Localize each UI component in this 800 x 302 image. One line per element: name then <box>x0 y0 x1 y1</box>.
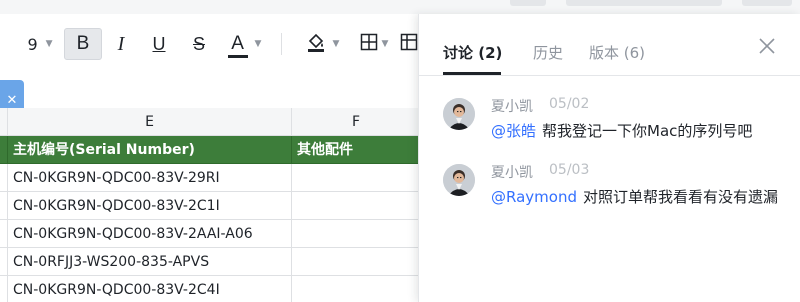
close-panel-button[interactable] <box>757 36 777 56</box>
font-color-button[interactable]: A ▼ <box>220 28 268 60</box>
panel-tabs: 讨论 (2) 历史 版本 (6) <box>419 14 800 76</box>
strikethrough-button[interactable]: S <box>182 28 216 60</box>
column-header-e[interactable]: E <box>8 108 292 136</box>
avatar[interactable] <box>443 164 475 196</box>
mention-link[interactable]: @张皓 <box>491 122 536 140</box>
table-cell[interactable]: CN-0RFJJ3-WS200-835-APVS <box>8 248 292 276</box>
tab-discussion[interactable]: 讨论 (2) <box>443 42 502 63</box>
table-row: CN-0KGR9N-QDC00-83V-2C1I <box>0 192 420 220</box>
comment-item: 夏小凯 05/02 @张皓 帮我登记一下你Mac的序列号吧 <box>443 96 783 146</box>
table-cell[interactable] <box>292 276 420 302</box>
border-icon <box>360 33 378 55</box>
comment-date: 05/02 <box>549 96 590 112</box>
strikethrough-label: S <box>192 33 205 54</box>
comment-body: @张皓 帮我登记一下你Mac的序列号吧 <box>491 120 781 142</box>
chevron-down-icon: ▼ <box>45 39 53 49</box>
freeze-button[interactable] <box>400 28 420 60</box>
chevron-down-icon: ▼ <box>381 39 389 49</box>
collapse-arrow-icon: ✕ <box>6 92 18 108</box>
fill-color-icon <box>305 31 327 57</box>
bold-button[interactable]: B <box>64 28 102 60</box>
table-row: CN-0KGR9N-QDC00-83V-2C4I <box>0 276 420 302</box>
top-strip <box>0 0 800 14</box>
table-cell[interactable] <box>0 164 8 192</box>
comment-body: @Raymond 对照订单帮我看看有没有遗漏 <box>491 186 781 208</box>
fill-color-button[interactable]: ▼ <box>296 28 348 60</box>
table-header-cell[interactable]: 其他配件 <box>292 136 420 164</box>
table-cell[interactable] <box>0 136 8 164</box>
comment-author: 夏小凯 <box>491 165 533 181</box>
table-cell[interactable] <box>0 248 8 276</box>
table-header-row: 主机编号(Serial Number) 其他配件 <box>0 136 420 164</box>
table-cell[interactable]: CN-0KGR9N-QDC00-83V-2AAI-A06 <box>8 220 292 248</box>
column-header-d[interactable] <box>0 108 8 136</box>
font-color-label: A <box>231 33 244 54</box>
table-cell[interactable]: CN-0KGR9N-QDC00-83V-2C1I <box>8 192 292 220</box>
table-row: CN-0KGR9N-QDC00-83V-2AAI-A06 <box>0 220 420 248</box>
table-cell[interactable]: CN-0KGR9N-QDC00-83V-2C4I <box>8 276 292 302</box>
mention-link[interactable]: @Raymond <box>491 188 577 206</box>
freeze-icon <box>400 33 418 55</box>
table-cell[interactable] <box>292 220 420 248</box>
comment-text: 帮我登记一下你Mac的序列号吧 <box>542 122 753 140</box>
table-cell[interactable] <box>0 192 8 220</box>
table-row: CN-0RFJJ3-WS200-835-APVS <box>0 248 420 276</box>
comment-author: 夏小凯 <box>491 99 533 115</box>
comments-panel: 讨论 (2) 历史 版本 (6) 夏小凯 05/02 @张皓 帮我登记一下你Ma… <box>418 14 800 302</box>
active-tab-indicator <box>443 72 501 75</box>
column-header-f[interactable]: F <box>292 108 420 136</box>
table-cell[interactable] <box>292 164 420 192</box>
formula-bar[interactable] <box>0 80 420 108</box>
underline-label: U <box>152 33 166 54</box>
font-size-value: 9 <box>27 34 38 54</box>
bold-label: B <box>76 33 90 54</box>
comment-item: 夏小凯 05/03 @Raymond 对照订单帮我看看有没有遗漏 <box>443 162 783 234</box>
spreadsheet-grid: E F 主机编号(Serial Number) 其他配件 CN-0KGR9N-Q… <box>0 108 420 302</box>
tab-versions[interactable]: 版本 (6) <box>589 42 645 63</box>
table-cell[interactable] <box>0 220 8 248</box>
tab-history[interactable]: 历史 <box>533 42 563 63</box>
format-toolbar: 9 ▼ B I U S A ▼ ▼ ▼ <box>0 14 420 74</box>
table-cell[interactable] <box>0 276 8 302</box>
table-cell[interactable] <box>292 192 420 220</box>
chevron-down-icon: ▼ <box>254 39 262 49</box>
italic-button[interactable]: I <box>104 28 138 60</box>
table-header-cell[interactable]: 主机编号(Serial Number) <box>8 136 292 164</box>
avatar[interactable] <box>443 98 475 130</box>
top-strip-chip <box>742 0 792 6</box>
close-icon <box>759 38 775 54</box>
table-cell[interactable]: CN-0KGR9N-QDC00-83V-29RI <box>8 164 292 192</box>
underline-button[interactable]: U <box>142 28 176 60</box>
font-size-dropdown[interactable]: 9 ▼ <box>18 28 62 60</box>
top-strip-chip <box>566 0 722 6</box>
comment-date: 05/03 <box>549 162 590 178</box>
border-button[interactable]: ▼ <box>352 28 396 60</box>
chevron-down-icon: ▼ <box>332 39 340 49</box>
font-color-swatch <box>227 55 248 58</box>
table-row: CN-0KGR9N-QDC00-83V-29RI <box>0 164 420 192</box>
top-strip-chip <box>510 0 546 6</box>
toolbar-divider <box>281 33 282 55</box>
italic-label: I <box>117 32 125 55</box>
comment-text: 对照订单帮我看看有没有遗漏 <box>582 188 778 206</box>
table-cell[interactable] <box>292 248 420 276</box>
